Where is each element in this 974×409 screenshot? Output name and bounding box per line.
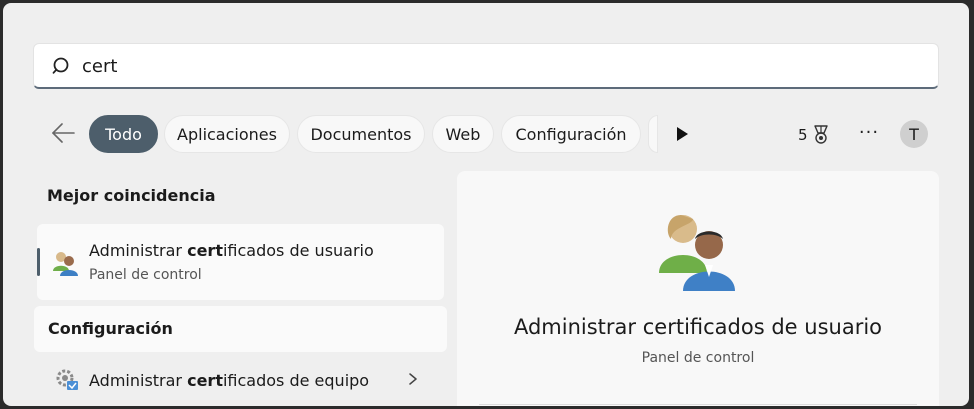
title-prefix: Administrar <box>89 371 188 390</box>
settings-section-header: Configuración <box>34 306 447 352</box>
search-input[interactable] <box>82 51 882 81</box>
filter-chip-configuracion[interactable]: Configuración <box>501 115 641 153</box>
best-match-result[interactable]: Administrar certificados de usuario Pane… <box>37 224 444 300</box>
users-icon <box>53 252 78 276</box>
title-suffix: ificados de equipo <box>222 371 370 390</box>
more-dots-icon[interactable]: ··· <box>857 121 881 145</box>
users-icon <box>659 215 735 291</box>
title-prefix: Administrar <box>89 241 188 260</box>
settings-result-title: Administrar certificados de equipo <box>89 371 369 390</box>
detail-subtitle: Panel de control <box>641 350 755 366</box>
title-match: cert <box>187 241 223 260</box>
medal-icon <box>813 125 828 144</box>
best-match-subtitle: Panel de control <box>89 267 202 283</box>
title-suffix: ificados de usuario <box>222 241 374 260</box>
filter-chip-web[interactable]: Web <box>432 115 494 153</box>
arrow-left-icon[interactable] <box>49 121 77 145</box>
filter-chip-aplicaciones[interactable]: Aplicaciones <box>164 115 290 153</box>
selection-indicator <box>37 248 40 276</box>
detail-title: Administrar certificados de usuario <box>513 315 883 339</box>
search-icon <box>52 57 69 74</box>
rewards-points-value: 5 <box>798 126 808 144</box>
detail-divider <box>479 404 917 405</box>
best-match-heading: Mejor coincidencia <box>47 186 216 205</box>
rewards-points[interactable]: 5 <box>798 123 830 147</box>
title-match: cert <box>187 371 223 390</box>
filter-chip-overflow[interactable] <box>648 115 658 153</box>
filter-chip-documentos[interactable]: Documentos <box>297 115 425 153</box>
settings-section-label: Configuración <box>48 319 173 338</box>
certificate-gear-icon <box>56 369 78 390</box>
search-box[interactable] <box>33 43 939 89</box>
detail-panel: Administrar certificados de usuario Pane… <box>457 171 939 406</box>
chevron-right-icon[interactable] <box>407 372 419 386</box>
start-search-window: Todo Aplicaciones Documentos Web Configu… <box>3 3 969 406</box>
play-arrow-icon[interactable] <box>674 125 690 143</box>
settings-result-item[interactable]: Administrar certificados de equipo <box>34 357 447 403</box>
filter-chip-todo[interactable]: Todo <box>89 115 158 153</box>
best-match-title: Administrar certificados de usuario <box>89 241 374 260</box>
avatar[interactable]: T <box>900 120 928 148</box>
